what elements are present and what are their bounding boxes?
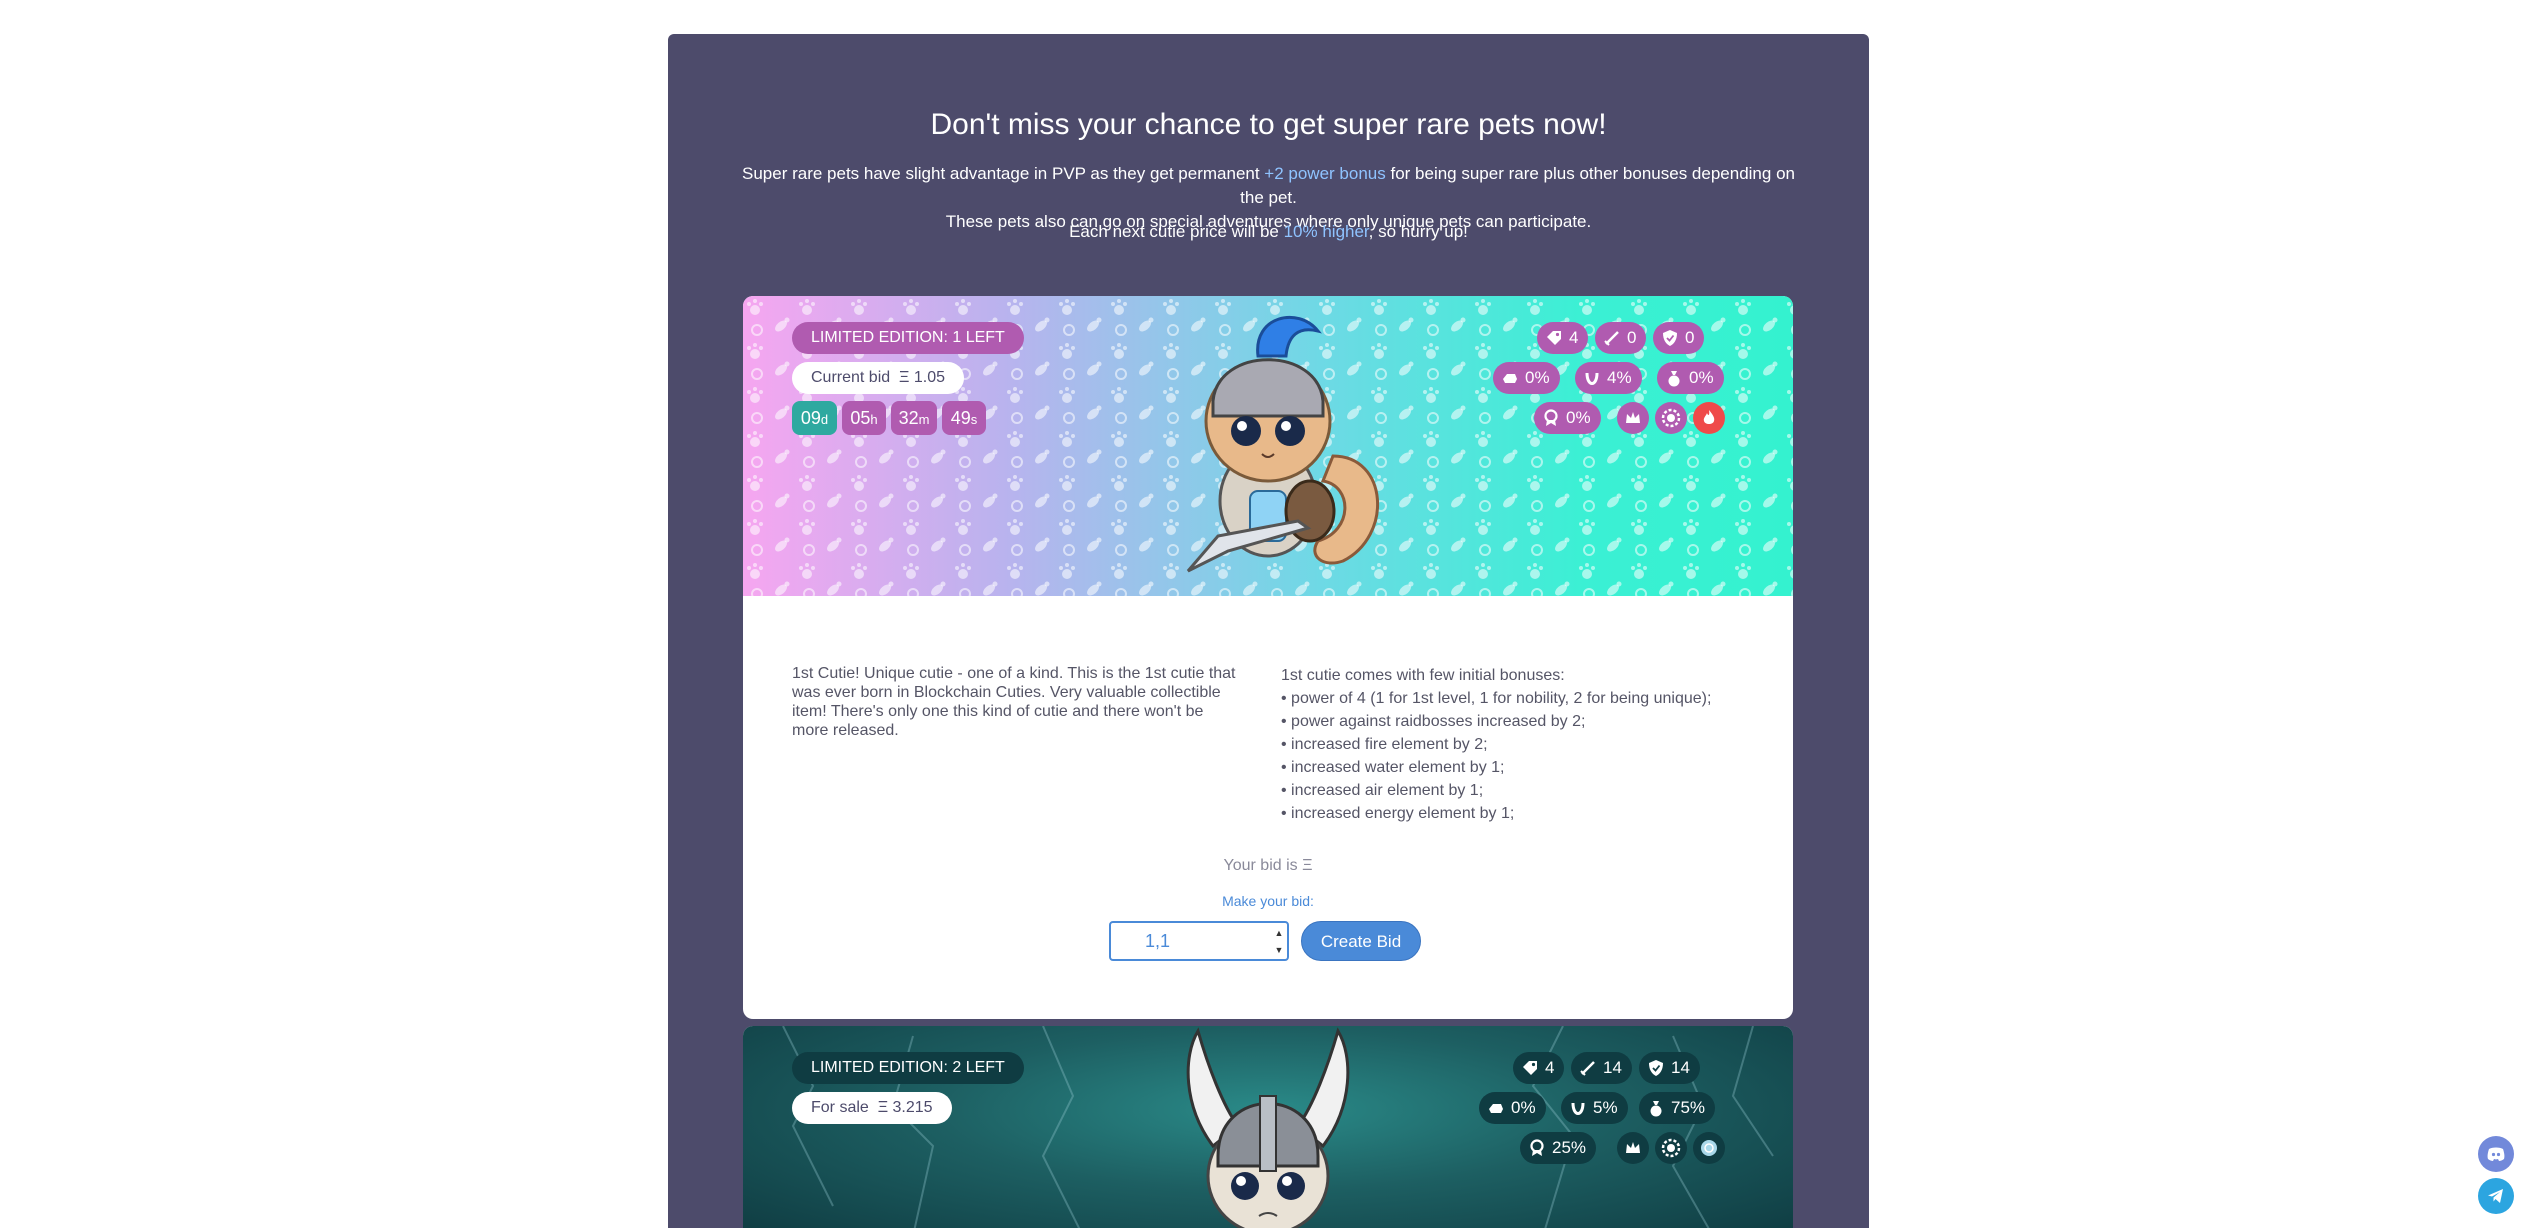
stat-medal: 25% [1520,1132,1597,1164]
stat-medal: 0% [1534,402,1601,434]
crown-icon [1617,402,1649,434]
bonus-item: • increased air element by 1; [1281,782,1484,799]
stat-luck: 4% [1575,362,1642,394]
sword-icon [1580,1061,1595,1076]
viking-cat-image [1186,1027,1350,1228]
timer-seconds: 49s [942,401,986,435]
make-bid-label: Make your bid: [1222,893,1314,909]
bonus-item: • power against raidbosses increased by … [1281,713,1586,730]
your-bid-label: Your bid is Ξ [1223,857,1313,874]
telegram-button[interactable] [2478,1178,2514,1214]
sword-icon [1604,331,1619,346]
bonuses-title: 1st cutie comes with few initial bonuses… [1281,667,1565,684]
offers-panel: Don't miss your chance to get super rare… [668,34,1869,1228]
page: Don't miss your chance to get super rare… [0,0,2542,1228]
bag-icon [1650,1101,1662,1117]
edition-badge: LIMITED EDITION: 1 LEFT [792,322,1024,354]
price-increase-note: Each next cutie price will be 10% higher… [1069,222,1468,241]
tag-icon [1547,331,1561,345]
medal-icon [1530,1139,1544,1156]
telegram-icon [2488,1189,2503,1203]
bonus-item: • increased water element by 1; [1281,759,1505,776]
for-sale-pill: For sale Ξ 3.215 [792,1092,952,1124]
timer-days: 09d [792,401,837,435]
stat-attack: 0 [1595,322,1647,354]
stepper-up-icon[interactable]: ▲ [1275,928,1284,938]
stepper-down-icon[interactable]: ▼ [1275,945,1284,955]
stat-attack: 14 [1571,1052,1632,1084]
shield-icon [1663,330,1677,346]
bag-icon [1668,371,1680,387]
medal-icon [1544,409,1558,426]
stat-tag: 4 [1513,1052,1565,1084]
stat-bag: 0% [1657,362,1724,394]
bid-amount-input[interactable] [1109,921,1289,961]
stat-speed: 0% [1493,362,1560,394]
shield-icon [1649,1060,1663,1076]
stat-luck: 5% [1561,1092,1628,1124]
fire-icon [1693,402,1725,434]
horseshoe-icon [1571,1102,1585,1115]
timer-hours: 05h [842,401,886,435]
discord-button[interactable] [2478,1136,2514,1172]
pet-bonuses: 1st cutie comes with few initial bonuses… [1281,664,1751,825]
crown-icon [1617,1132,1649,1164]
speed-icon [1503,374,1517,383]
pet-card-1: LIMITED EDITION: 1 LEFT Current bid Ξ 1.… [743,296,1793,1019]
pet-banner-1: LIMITED EDITION: 1 LEFT Current bid Ξ 1.… [743,296,1793,596]
stat-bag: 75% [1639,1092,1716,1124]
chip-icon [1655,402,1687,434]
discord-icon [2487,1147,2505,1161]
stat-tag: 4 [1537,322,1589,354]
speed-icon [1489,1104,1503,1113]
stat-defense: 0 [1653,322,1705,354]
pet-description: 1st Cutie! Unique cutie - one of a kind.… [792,665,1236,739]
air-element-icon [1693,1132,1725,1164]
create-bid-button[interactable]: Create Bid [1301,921,1421,961]
edition-badge: LIMITED EDITION: 2 LEFT [792,1052,1024,1084]
knight-cat-image [1186,315,1379,573]
horseshoe-icon [1585,372,1599,385]
tag-icon [1523,1061,1537,1075]
pet-card-2: LIMITED EDITION: 2 LEFT For sale Ξ 3.215 [743,1026,1793,1228]
chip-icon [1655,1132,1687,1164]
bonus-item: • power of 4 (1 for 1st level, 1 for nob… [1281,690,1712,707]
stat-speed: 0% [1479,1092,1546,1124]
pet-banner-2: LIMITED EDITION: 2 LEFT For sale Ξ 3.215 [743,1026,1793,1228]
current-bid-pill: Current bid Ξ 1.05 [792,362,965,394]
timer-minutes: 32m [891,401,937,435]
stat-defense: 14 [1639,1052,1700,1084]
bid-stepper[interactable]: ▲ ▼ [1271,924,1287,958]
power-bonus-highlight: +2 power bonus [1264,164,1386,183]
bonus-item: • increased energy element by 1; [1281,805,1515,822]
bonus-item: • increased fire element by 2; [1281,736,1488,753]
page-title: Don't miss your chance to get super rare… [930,108,1607,141]
